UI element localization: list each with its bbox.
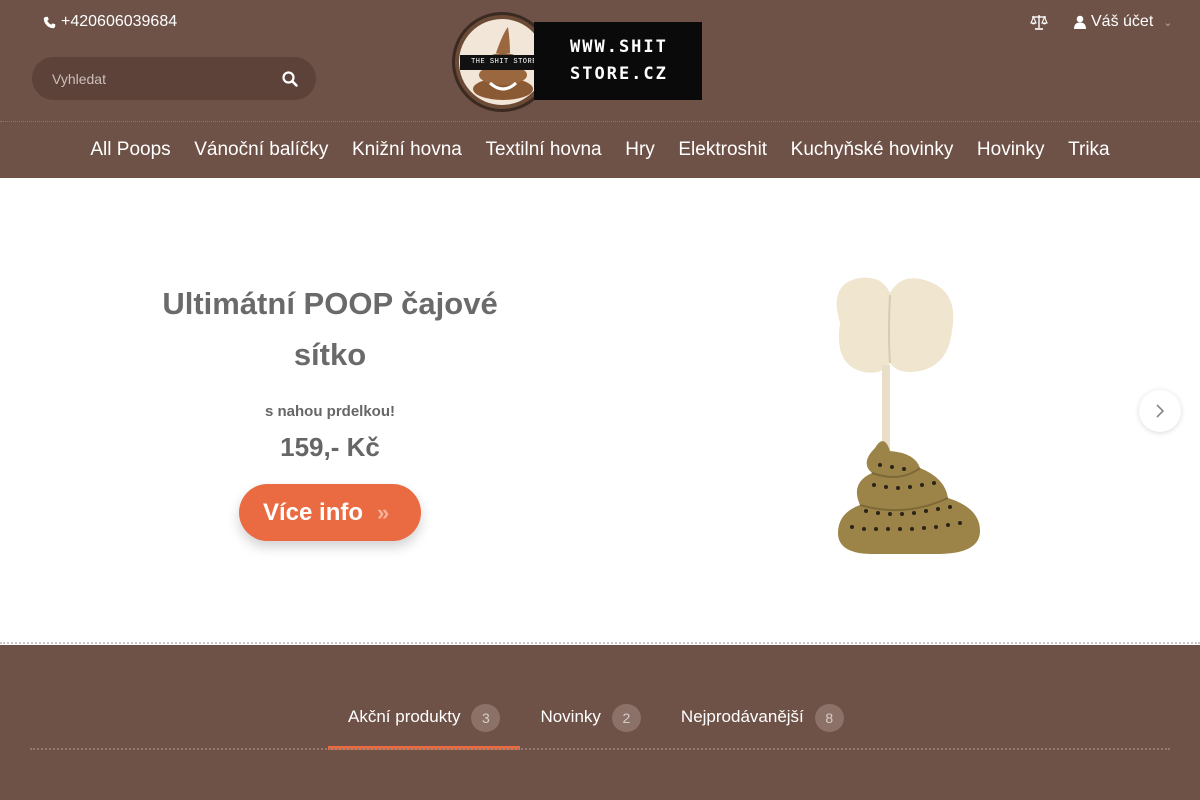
tab-label: Nejprodávanější <box>680 707 804 726</box>
nav-item-elektroshit[interactable]: Elektroshit <box>667 122 779 178</box>
double-chevron-right-icon: » <box>377 499 390 525</box>
user-icon <box>1074 15 1086 29</box>
tab-count-badge: 8 <box>814 704 844 732</box>
phone-number: +420606039684 <box>61 13 178 30</box>
hero-slider: Ultimátní POOP čajové sítko s nahou prde… <box>0 178 1200 644</box>
search-input[interactable] <box>32 57 264 100</box>
hero-subtitle: s nahou prdelkou! <box>264 403 395 420</box>
nav-item-trika[interactable]: Trika <box>1056 122 1121 178</box>
chevron-down-icon: ⌄ <box>1163 16 1173 29</box>
tab-novinky[interactable]: Novinky 2 <box>520 693 660 750</box>
tab-label: Akční produkty <box>348 707 461 726</box>
nav-item-vanocni-balicky[interactable]: Vánoční balíčky <box>182 122 340 178</box>
nav-item-textilni-hovna[interactable]: Textilní hovna <box>474 122 614 178</box>
more-info-label: Více info <box>263 498 364 526</box>
tab-count-badge: 2 <box>611 704 641 732</box>
account-label: Váš účet <box>1091 13 1154 30</box>
tab-label: Novinky <box>540 707 601 726</box>
hero-divider <box>0 642 1200 644</box>
logo-line-1: WWW.SHIT <box>570 37 668 57</box>
account-menu[interactable]: Váš účet ⌄ <box>1074 13 1172 31</box>
tab-nejprodavanejsi[interactable]: Nejprodávanější 8 <box>661 693 864 750</box>
hero-price: 159,- Kč <box>280 432 380 462</box>
logo-line-2: STORE.CZ <box>570 64 668 84</box>
more-info-button[interactable]: Více info » <box>239 484 421 541</box>
scales-icon[interactable] <box>1030 13 1048 31</box>
site-header: +420606039684 THE SHIT STORE WWW.SHIT ST… <box>0 0 1200 178</box>
slider-next-button[interactable] <box>1139 390 1181 432</box>
nav-item-knizni-hovna[interactable]: Knižní hovna <box>340 122 473 178</box>
main-navigation: All Poops Vánoční balíčky Knižní hovna T… <box>0 122 1200 178</box>
tabs-divider <box>30 748 1170 750</box>
site-logo[interactable]: THE SHIT STORE WWW.SHIT STORE.CZ <box>452 12 702 112</box>
tab-akcni-produkty[interactable]: Akční produkty 3 <box>328 693 521 750</box>
chevron-right-icon <box>1156 404 1165 418</box>
logo-wordmark: WWW.SHIT STORE.CZ <box>534 22 702 100</box>
phone-contact[interactable]: +420606039684 <box>43 13 177 31</box>
product-image[interactable] <box>820 273 990 558</box>
tab-count-badge: 3 <box>471 704 501 732</box>
search-box <box>32 57 316 100</box>
product-tabs: Akční produkty 3 Novinky 2 Nejprodávaněj… <box>328 693 864 750</box>
phone-icon <box>43 16 56 28</box>
nav-item-hovinky[interactable]: Hovinky <box>965 122 1056 178</box>
nav-item-kuchynske-hovinky[interactable]: Kuchyňské hovinky <box>779 122 965 178</box>
nav-item-all-poops[interactable]: All Poops <box>79 122 183 178</box>
product-tabs-section: Akční produkty 3 Novinky 2 Nejprodávaněj… <box>0 645 1200 800</box>
nav-item-hry[interactable]: Hry <box>613 122 666 178</box>
hero-title: Ultimátní POOP čajové sítko <box>162 286 498 372</box>
search-icon[interactable] <box>281 70 299 88</box>
